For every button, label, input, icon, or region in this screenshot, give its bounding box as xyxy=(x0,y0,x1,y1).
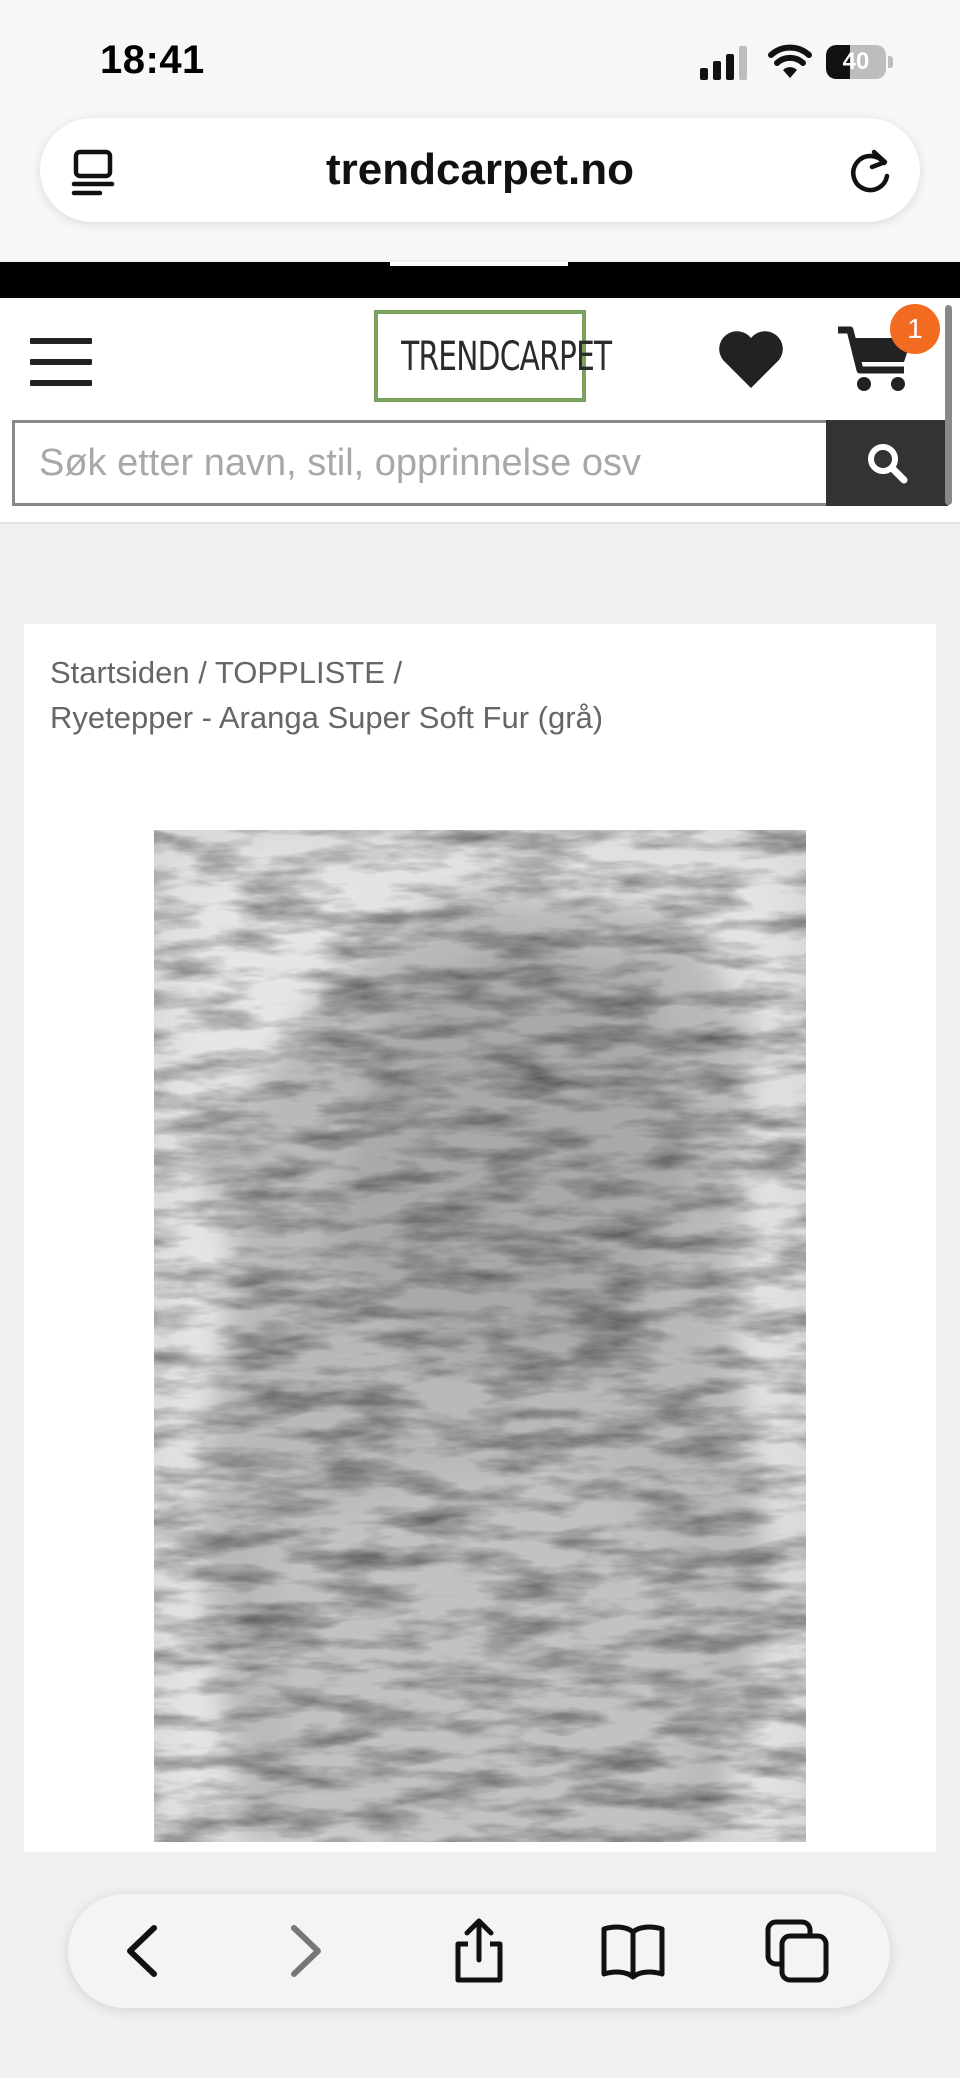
promo-strip xyxy=(0,262,960,298)
heart-icon[interactable] xyxy=(716,328,786,390)
tabs-icon xyxy=(765,1919,829,1983)
breadcrumb-category[interactable]: TOPPLISTE xyxy=(215,655,385,690)
breadcrumb-current: Ryetepper - Aranga Super Soft Fur (grå) xyxy=(50,700,604,735)
wifi-icon xyxy=(768,44,812,78)
breadcrumb: Startsiden / TOPPLISTE / Ryetepper - Ara… xyxy=(50,650,910,740)
product-image[interactable] xyxy=(154,830,806,1842)
signal-icon xyxy=(700,46,747,80)
search-form xyxy=(12,420,948,506)
cart-count-badge: 1 xyxy=(890,304,940,354)
logo-text: TRENDCARPET xyxy=(401,331,612,383)
breadcrumb-home[interactable]: Startsiden xyxy=(50,655,190,690)
product-card: Startsiden / TOPPLISTE / Ryetepper - Ara… xyxy=(24,624,936,1852)
battery-level: 40 xyxy=(842,48,870,75)
site-header: TRENDCARPET 1 xyxy=(0,298,960,524)
bookmarks-button[interactable] xyxy=(600,1918,666,1984)
tabs-button[interactable] xyxy=(764,1918,830,1984)
breadcrumb-separator: / xyxy=(393,655,403,690)
breadcrumb-separator: / xyxy=(198,655,207,690)
status-time: 18:41 xyxy=(100,38,205,82)
search-icon xyxy=(868,444,908,484)
bookmarks-icon xyxy=(601,1924,665,1980)
hamburger-icon[interactable] xyxy=(30,338,92,386)
battery-icon: 40 xyxy=(826,45,894,79)
forward-button[interactable] xyxy=(270,1918,336,1984)
scroll-indicator[interactable] xyxy=(945,305,952,505)
browser-chrome: trendcarpet.no xyxy=(0,100,960,260)
browser-toolbar xyxy=(68,1894,890,2008)
reload-icon[interactable] xyxy=(844,146,896,198)
share-button[interactable] xyxy=(446,1918,512,1984)
url-bar[interactable]: trendcarpet.no xyxy=(40,118,920,222)
search-button[interactable] xyxy=(826,420,948,506)
forward-icon xyxy=(291,1925,321,1977)
logo[interactable]: TRENDCARPET xyxy=(374,310,612,402)
search-input[interactable] xyxy=(12,420,826,506)
back-icon xyxy=(127,1925,157,1977)
share-icon xyxy=(455,1918,503,1983)
back-button[interactable] xyxy=(112,1918,178,1984)
url-text[interactable]: trendcarpet.no xyxy=(40,118,920,222)
